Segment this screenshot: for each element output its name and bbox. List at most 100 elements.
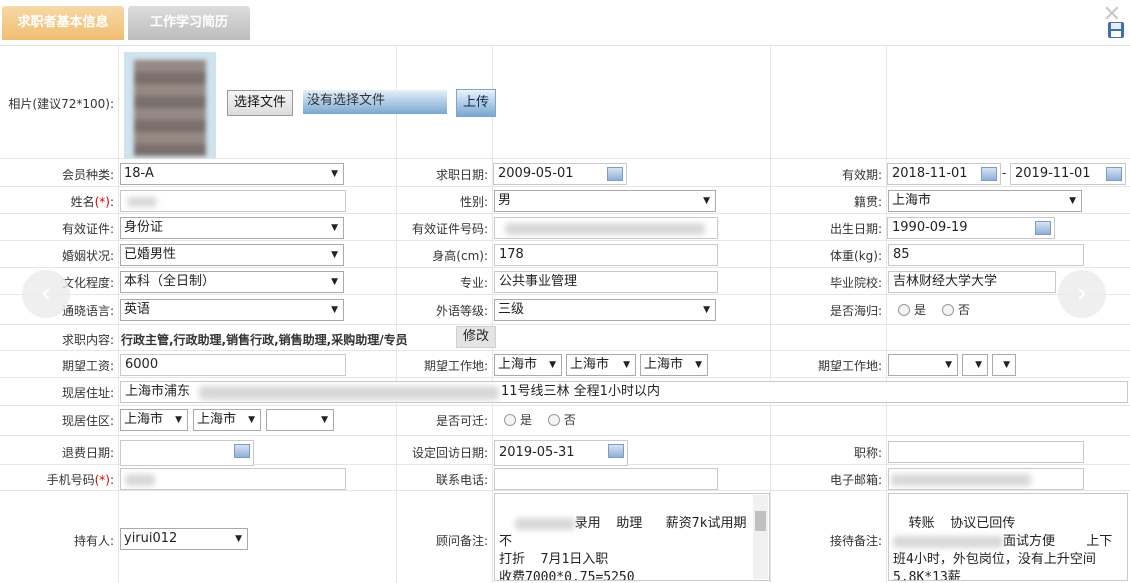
native-place-select[interactable]: 上海市 ▼: [888, 190, 1082, 212]
job-content-text: 行政主管,行政助理,销售行政,销售助理,采购助理/专员: [121, 333, 408, 347]
tab-basic-info[interactable]: 求职者基本信息: [2, 6, 124, 40]
returnee-no-radio[interactable]: [941, 304, 954, 316]
row-divider: [0, 213, 1130, 214]
relocate-no-label: 否: [563, 413, 576, 427]
work-city-2-select[interactable]: ▼: [962, 354, 988, 376]
work-city-select[interactable]: 上海市 ▼: [566, 354, 636, 376]
validity-from-input[interactable]: 2018-11-01: [887, 163, 1001, 185]
lang-level-select[interactable]: 三级 ▼: [494, 299, 716, 321]
floppy-disk-icon[interactable]: [1106, 20, 1126, 40]
validity-to-input[interactable]: 2019-11-01: [1010, 163, 1126, 185]
calendar-icon[interactable]: [234, 444, 250, 458]
row-divider: [0, 435, 1130, 436]
email-label: 电子邮箱:: [829, 473, 882, 487]
work-district-2-select[interactable]: ▼: [992, 354, 1016, 376]
native-place-label: 籍贯:: [853, 195, 882, 209]
calendar-icon[interactable]: [1035, 221, 1051, 235]
row-divider: [0, 350, 1130, 351]
reception-note-textarea[interactable]: 转账 协议已回传 面试方便 上下 班4小时，外包岗位，没有上升空间 5.8K*13薪: [888, 493, 1128, 581]
returnee-yes-radio[interactable]: [898, 304, 910, 316]
refund-date-input[interactable]: [120, 440, 254, 466]
weight-input[interactable]: 85: [888, 244, 1084, 266]
member-type-select[interactable]: 18-A ▼: [120, 163, 344, 185]
name-input[interactable]: [120, 190, 346, 212]
chevron-right-icon[interactable]: ›: [1058, 270, 1106, 318]
id-type-select[interactable]: 身份证 ▼: [120, 217, 344, 239]
birth-date-label: 出生日期:: [829, 222, 882, 236]
gender-label: 性别:: [459, 195, 488, 209]
calendar-icon[interactable]: [981, 167, 997, 181]
column-divider: [886, 46, 887, 583]
calendar-icon[interactable]: [608, 444, 624, 458]
validity-separator: -: [1002, 166, 1007, 180]
no-file-selected-text: 没有选择文件: [303, 90, 447, 114]
relocate-yes-radio[interactable]: [504, 414, 516, 426]
column-divider: [118, 46, 119, 583]
language-select[interactable]: 英语 ▼: [120, 299, 344, 321]
marital-select[interactable]: 已婚男性 ▼: [120, 244, 344, 266]
contact-phone-input[interactable]: [494, 468, 718, 490]
district-city-select[interactable]: 上海市 ▼: [193, 409, 261, 431]
photo-label: 相片(建议72*100):: [8, 97, 114, 111]
name-label: 姓名(*):: [70, 195, 114, 209]
district-label: 现居住区:: [61, 414, 114, 428]
photo-avatar: [124, 52, 216, 158]
job-date-input[interactable]: 2009-05-01: [493, 163, 627, 185]
row-divider: [0, 186, 1130, 187]
advisor-note-textarea[interactable]: 录用 助理 薪资7k试用期不 打折 7月1日入职 收费7000*0.75=5250: [494, 493, 770, 581]
relocate-no-radio[interactable]: [547, 414, 560, 426]
work-district-select[interactable]: 上海市 ▼: [640, 354, 708, 376]
district-province-select[interactable]: 上海市 ▼: [120, 409, 188, 431]
education-select[interactable]: 本科（全日制） ▼: [120, 271, 344, 293]
row-divider: [0, 490, 1130, 491]
upload-button[interactable]: 上传: [456, 89, 497, 117]
email-input[interactable]: [888, 468, 1084, 490]
salary-input[interactable]: 6000: [120, 354, 346, 376]
calendar-icon[interactable]: [607, 167, 623, 181]
phone-input[interactable]: [120, 468, 346, 490]
holder-label: 持有人:: [73, 534, 114, 548]
title-input[interactable]: [888, 441, 1084, 463]
relocate-label: 是否可迁:: [435, 414, 488, 428]
advisor-note-scrollbar[interactable]: [753, 495, 768, 579]
id-number-input[interactable]: [494, 217, 718, 239]
returnee-no-label: 否: [957, 303, 970, 317]
returnee-yes-label: 是: [914, 303, 927, 317]
major-input[interactable]: 公共事业管理: [494, 271, 718, 293]
holder-select[interactable]: yirui012 ▼: [120, 528, 248, 550]
title-label: 职称:: [853, 446, 882, 460]
column-divider: [492, 46, 493, 583]
chevron-left-icon[interactable]: ‹: [22, 270, 70, 318]
birth-date-input[interactable]: 1990-09-19: [887, 217, 1055, 239]
address-input[interactable]: 上海市浦东 11号线三林 全程1小时以内: [120, 381, 1128, 403]
member-type-label: 会员种类:: [61, 168, 114, 182]
height-label: 身高(cm):: [432, 249, 488, 263]
visit-date-label: 设定回访日期:: [411, 446, 488, 460]
job-content-label: 求职内容:: [61, 333, 114, 347]
work-province-2-select[interactable]: ▼: [888, 354, 958, 376]
tab-work-study-resume[interactable]: 工作学习简历: [128, 6, 250, 40]
row-divider: [0, 377, 1130, 378]
salary-label: 期望工资:: [61, 359, 114, 373]
address-label: 现居住址:: [61, 386, 114, 400]
lang-level-label: 外语等级:: [435, 304, 488, 318]
district-area-select[interactable]: ▼: [266, 409, 334, 431]
gender-select[interactable]: 男 ▼: [494, 190, 716, 212]
school-input[interactable]: 吉林财经大学大学: [888, 271, 1056, 293]
contact-phone-label: 联系电话:: [435, 473, 488, 487]
visit-date-input[interactable]: 2019-05-31: [494, 440, 628, 466]
calendar-icon[interactable]: [1106, 167, 1122, 181]
relocate-yes-label: 是: [520, 413, 533, 427]
returnee-label: 是否海归:: [829, 304, 882, 318]
returnee-radio-group: 是 否: [898, 301, 970, 318]
edit-job-content-button[interactable]: 修改: [456, 326, 497, 348]
advisor-note-label: 顾问备注:: [435, 534, 488, 548]
phone-label: 手机号码(*):: [46, 473, 114, 487]
choose-file-button[interactable]: 选择文件: [227, 90, 294, 116]
refund-date-label: 退费日期:: [61, 446, 114, 460]
work-province-select[interactable]: 上海市 ▼: [494, 354, 562, 376]
id-type-label: 有效证件:: [61, 222, 114, 236]
weight-label: 体重(kg):: [830, 249, 882, 263]
height-input[interactable]: 178: [494, 244, 718, 266]
work-place-label: 期望工作地:: [423, 359, 488, 373]
